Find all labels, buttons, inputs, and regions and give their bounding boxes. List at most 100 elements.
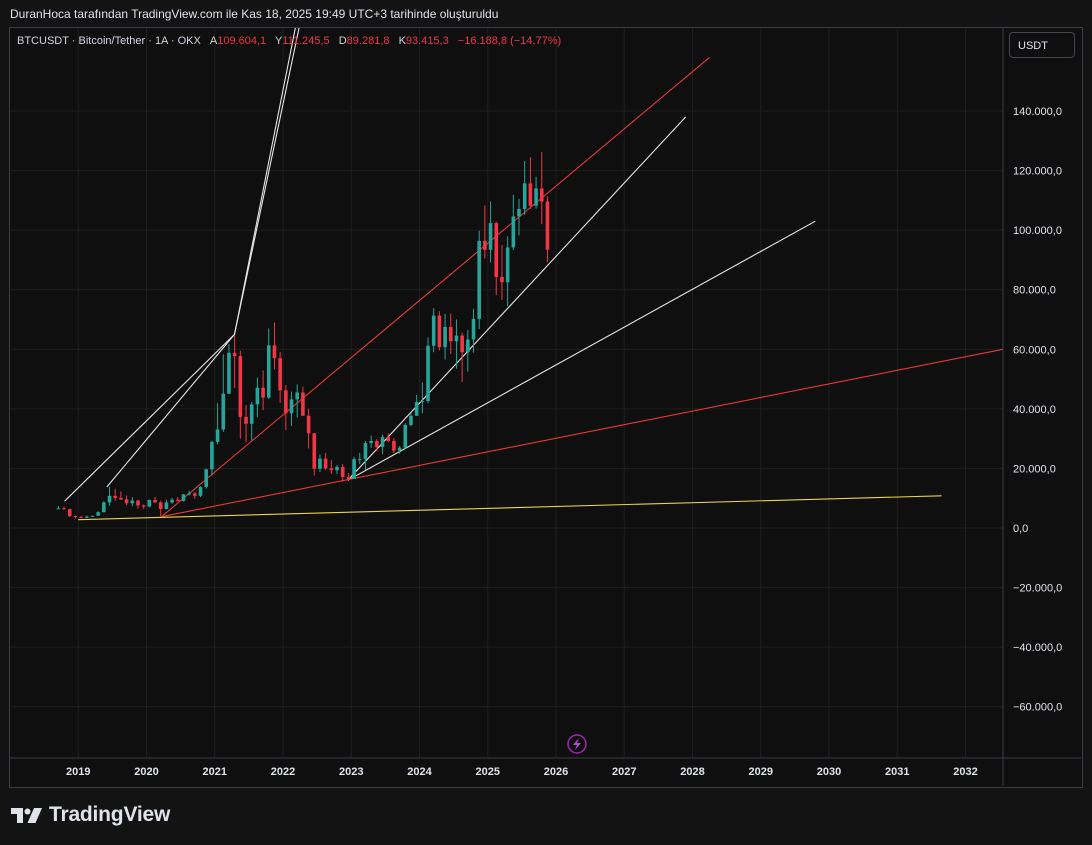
candle-body bbox=[130, 500, 135, 504]
candle-body bbox=[158, 502, 163, 509]
white-trendline bbox=[106, 28, 300, 488]
candle-body bbox=[329, 468, 334, 471]
candle-body bbox=[301, 392, 305, 416]
open-value: 109.604,1 bbox=[217, 35, 267, 47]
candle-body bbox=[278, 358, 282, 391]
candle-body bbox=[448, 326, 453, 342]
y-tick-label: −20.000,0 bbox=[1013, 583, 1062, 595]
candle-body bbox=[113, 495, 118, 498]
white-trendline bbox=[347, 116, 687, 481]
x-tick-label: 2023 bbox=[339, 766, 363, 778]
candle-body bbox=[284, 390, 288, 414]
candle-body bbox=[272, 345, 277, 359]
candle-body bbox=[119, 497, 123, 500]
symbol-name[interactable]: BTCUSDT · Bitcoin/Tether · 1A · OKX bbox=[17, 35, 201, 47]
symbol-legend: BTCUSDT · Bitcoin/Tether · 1A · OKX A109… bbox=[17, 35, 561, 47]
candle-body bbox=[210, 441, 214, 470]
candle-body bbox=[380, 437, 385, 447]
candle-body bbox=[153, 500, 157, 503]
candle-body bbox=[414, 402, 419, 416]
y-tick-label: 60.000,0 bbox=[1013, 344, 1056, 356]
candle-body bbox=[67, 509, 72, 517]
x-tick-label: 2026 bbox=[544, 766, 568, 778]
candle-body bbox=[522, 183, 527, 209]
white-trendline bbox=[347, 220, 816, 481]
candle-body bbox=[164, 502, 169, 509]
candle-body bbox=[357, 459, 362, 461]
candle-body bbox=[505, 247, 510, 283]
candle-body bbox=[369, 441, 373, 444]
candle-body bbox=[454, 335, 459, 342]
candle-body bbox=[460, 335, 464, 353]
white-trendline bbox=[64, 28, 296, 502]
candle-body bbox=[375, 441, 379, 447]
brand-name: TradingView bbox=[49, 803, 171, 826]
axes: 140.000,0 120.000,0 100.000,0 80.000,0 60.00… bbox=[10, 28, 1081, 786]
candle-body bbox=[96, 512, 100, 516]
candle-body bbox=[198, 486, 203, 496]
candle-body bbox=[204, 469, 209, 487]
tradingview-logo-icon bbox=[11, 808, 42, 823]
candle-body bbox=[318, 458, 322, 469]
candle-body bbox=[403, 424, 408, 448]
currency-button[interactable]: USDT bbox=[1009, 32, 1075, 58]
candle-body bbox=[340, 466, 345, 478]
chart-canvas[interactable]: 140.000,0 120.000,0 100.000,0 80.000,0 60.00… bbox=[0, 0, 1092, 845]
lightning-icon[interactable] bbox=[567, 734, 587, 754]
candle-body bbox=[181, 494, 186, 501]
candle-body bbox=[215, 429, 220, 442]
y-tick-label: 40.000,0 bbox=[1013, 404, 1056, 416]
candle-body bbox=[193, 493, 197, 496]
candle-body bbox=[323, 458, 328, 469]
x-tick-label: 2031 bbox=[885, 766, 909, 778]
candle-body bbox=[79, 516, 83, 518]
high-value: 111.245,5 bbox=[282, 35, 330, 47]
trendlines bbox=[64, 28, 1003, 521]
candle-body bbox=[306, 415, 311, 434]
candle-body bbox=[124, 499, 129, 504]
candle-body bbox=[141, 505, 146, 507]
change-value: −16.188,8 (−14,77%) bbox=[457, 35, 562, 47]
candle-body bbox=[392, 441, 396, 451]
x-tick-label: 2028 bbox=[680, 766, 704, 778]
candle-body bbox=[56, 508, 61, 510]
candle-body bbox=[249, 404, 254, 424]
low-label: D bbox=[338, 35, 347, 47]
candle-body bbox=[494, 222, 499, 277]
y-tick-label: 120.000,0 bbox=[1013, 166, 1062, 178]
candle-body bbox=[232, 352, 237, 357]
y-tick-label: −60.000,0 bbox=[1013, 702, 1062, 714]
x-tick-label: 2029 bbox=[748, 766, 772, 778]
candle-body bbox=[420, 401, 425, 403]
candle-body bbox=[244, 416, 248, 424]
candle-body bbox=[386, 437, 391, 442]
tradingview-brand[interactable]: TradingView bbox=[11, 803, 170, 827]
candle-body bbox=[147, 500, 152, 507]
candle-body bbox=[175, 499, 180, 501]
candle-body bbox=[511, 216, 516, 248]
candle-body bbox=[227, 352, 231, 394]
y-tick-label: −40.000,0 bbox=[1013, 642, 1062, 654]
candle-body bbox=[295, 392, 300, 400]
candle-body bbox=[84, 516, 89, 518]
x-tick-label: 2020 bbox=[134, 766, 158, 778]
candle-body bbox=[266, 345, 271, 398]
candle-body bbox=[397, 447, 402, 451]
candle-body bbox=[261, 387, 265, 398]
candle-body bbox=[346, 477, 351, 479]
y-tick-label: 20.000,0 bbox=[1013, 463, 1056, 475]
candle-body bbox=[238, 356, 243, 417]
close-label: K bbox=[398, 35, 406, 47]
candle-body bbox=[477, 240, 482, 319]
candle-body bbox=[471, 318, 476, 340]
candle-body bbox=[170, 499, 174, 503]
candle-body bbox=[443, 326, 447, 348]
candle-body bbox=[545, 201, 550, 250]
candle-body bbox=[517, 208, 521, 217]
candle-body bbox=[409, 415, 413, 425]
candles bbox=[56, 152, 550, 519]
x-tick-label: 2027 bbox=[612, 766, 636, 778]
low-value: 89.281,8 bbox=[346, 35, 390, 47]
candle-body bbox=[107, 495, 112, 503]
candle-body bbox=[187, 493, 191, 495]
